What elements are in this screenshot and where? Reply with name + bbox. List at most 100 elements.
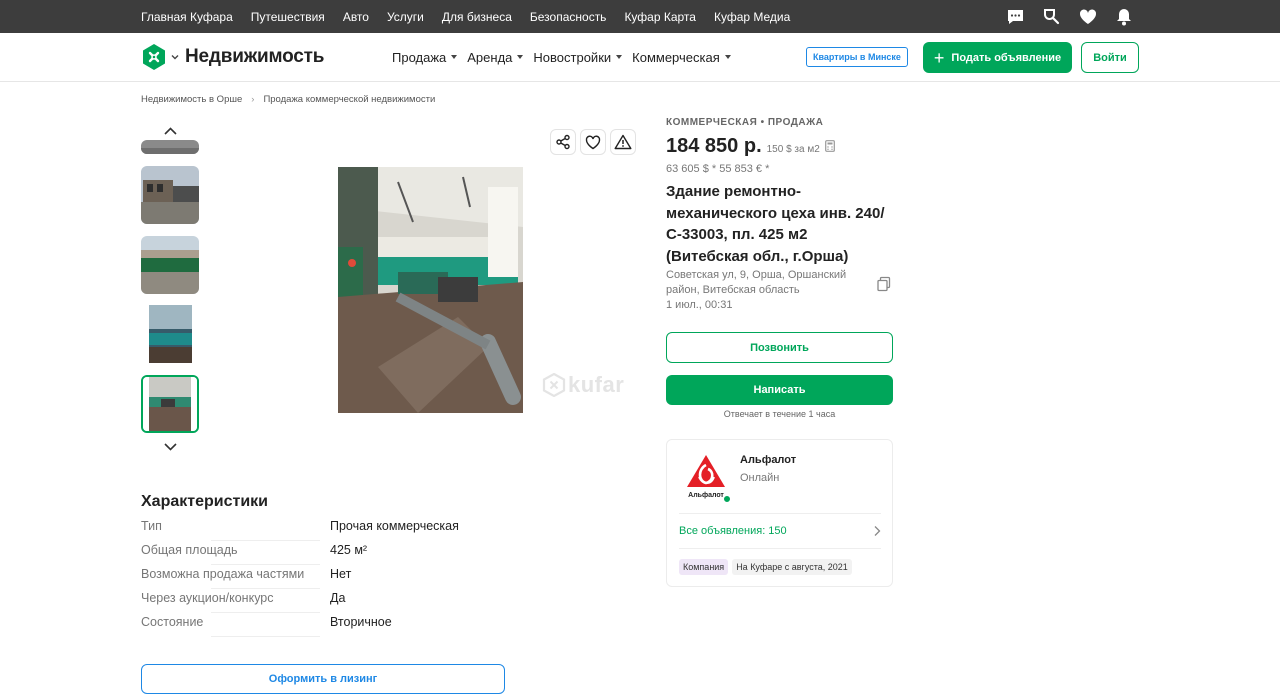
char-value: Нет	[330, 567, 352, 581]
category-label: КОММЕРЧЕСКАЯ • ПРОДАЖА	[666, 117, 824, 128]
nav-rent-label: Аренда	[467, 49, 513, 65]
all-ads-label: Все объявления: 150	[679, 525, 787, 537]
nav-new-buildings[interactable]: Новостройки	[533, 49, 623, 65]
nav-commercial-label: Коммерческая	[632, 49, 720, 65]
thumbnail-0[interactable]	[141, 140, 199, 154]
plus-icon: +	[933, 47, 945, 68]
chevron-down-icon	[171, 55, 179, 60]
post-ad-label: Подать объявление	[951, 51, 1062, 64]
since-badge: На Куфаре с августа, 2021	[732, 559, 852, 575]
char-key: Тип	[141, 519, 330, 541]
nav-sale[interactable]: Продажа	[392, 49, 458, 65]
minsk-apartments-button[interactable]: Квартиры в Минске	[806, 47, 908, 67]
listing-title: Здание ремонтно-механического цеха инв. …	[666, 183, 885, 265]
online-indicator	[723, 495, 731, 503]
site-header: Недвижимость Продажа Аренда Новостройки …	[0, 33, 1280, 82]
heart-outline-icon	[585, 135, 601, 149]
section-title: Недвижимость	[185, 46, 325, 67]
alt-currency-price: 63 605 $ * 55 853 € *	[666, 163, 770, 175]
kufar-logo-icon	[143, 44, 165, 70]
thumbnail-4-selected[interactable]	[141, 375, 199, 433]
company-badge: Компания	[679, 559, 729, 575]
alfalot-logo-icon: Альфалот	[687, 455, 725, 499]
watermark-text: kufar	[568, 372, 625, 397]
seller-card: Альфалот Альфалот Онлайн Все объявления:…	[666, 439, 893, 587]
warning-icon	[614, 134, 632, 150]
seller-name[interactable]: Альфалот	[740, 454, 796, 466]
nav-sale-label: Продажа	[392, 49, 447, 65]
top-nav: Главная Куфара Путешествия Авто Услуги Д…	[141, 0, 808, 33]
char-key: Общая площадь	[141, 543, 330, 565]
char-row: Состояние Вторичное	[141, 615, 541, 637]
top-link-media[interactable]: Куфар Медиа	[714, 10, 790, 24]
seller-logo[interactable]: Альфалот	[681, 451, 731, 501]
main-nav: Продажа Аренда Новостройки Коммерческая	[392, 33, 741, 81]
thumbnail-3[interactable]	[141, 305, 199, 363]
main-photo[interactable]	[338, 167, 523, 413]
call-button[interactable]: Позвонить	[666, 332, 893, 363]
favorite-button[interactable]	[580, 129, 606, 155]
char-row: Возможна продажа частями Нет	[141, 567, 541, 589]
char-row: Общая площадь 425 м²	[141, 543, 541, 565]
share-button[interactable]	[550, 129, 576, 155]
nav-rent[interactable]: Аренда	[467, 49, 524, 65]
top-link-services[interactable]: Услуги	[387, 10, 424, 24]
top-link-travel[interactable]: Путешествия	[251, 10, 325, 24]
chat-icon[interactable]	[1006, 7, 1025, 26]
seller-status: Онлайн	[740, 472, 780, 484]
calculator-icon[interactable]	[824, 140, 835, 152]
report-button[interactable]	[610, 129, 636, 155]
nav-new-buildings-label: Новостройки	[533, 49, 612, 65]
top-bar: Главная Куфара Путешествия Авто Услуги Д…	[0, 0, 1280, 33]
char-value: Вторичное	[330, 615, 392, 629]
listing-date: 1 июл., 00:31	[666, 299, 733, 311]
watermark-logo-icon	[542, 373, 566, 397]
reply-time: Отвечает в течение 1 часа	[723, 409, 836, 419]
dropdown-caret-icon	[517, 55, 524, 59]
seller-badges: Компания На Куфаре с августа, 2021	[679, 559, 852, 575]
dropdown-caret-icon	[724, 55, 731, 59]
thumbnail-1[interactable]	[141, 166, 199, 224]
char-key: Через аукцион/конкурс	[141, 591, 330, 613]
char-key: Состояние	[141, 615, 330, 637]
thumbs-up-arrow-icon[interactable]	[163, 126, 178, 136]
shield-search-icon[interactable]	[1042, 7, 1061, 26]
thumbs-down-arrow-icon[interactable]	[163, 442, 178, 452]
char-row: Тип Прочая коммерческая	[141, 519, 541, 541]
write-button[interactable]: Написать	[666, 375, 893, 405]
top-icons	[1006, 0, 1133, 33]
logo[interactable]: Недвижимость	[141, 44, 324, 70]
svg-text:Альфалот: Альфалот	[688, 492, 724, 499]
top-link-auto[interactable]: Авто	[343, 10, 369, 24]
all-ads-link[interactable]: Все объявления: 150	[679, 513, 881, 549]
breadcrumb: Недвижимость в Орше › Продажа коммерческ…	[141, 94, 435, 105]
breadcrumb-separator-icon: ›	[251, 94, 255, 105]
top-link-map[interactable]: Куфар Карта	[624, 10, 696, 24]
login-button[interactable]: Войти	[1081, 42, 1139, 73]
bell-icon[interactable]	[1114, 7, 1133, 26]
top-link-home[interactable]: Главная Куфара	[141, 10, 233, 24]
price-per-m2: 150 $ за м2	[766, 144, 820, 155]
char-value: Да	[330, 591, 346, 605]
top-link-security[interactable]: Безопасность	[530, 10, 607, 24]
leasing-button[interactable]: Оформить в лизинг	[141, 664, 505, 694]
top-link-business[interactable]: Для бизнеса	[442, 10, 512, 24]
price-block: 184 850 р. 150 $ за м2	[666, 135, 835, 158]
chevron-right-icon	[874, 526, 881, 536]
nav-commercial[interactable]: Коммерческая	[632, 50, 731, 65]
dropdown-caret-icon	[451, 55, 458, 59]
characteristics-title: Характеристики	[141, 493, 269, 510]
dropdown-caret-icon	[616, 55, 623, 59]
char-value: Прочая коммерческая	[330, 519, 459, 533]
share-icon	[556, 134, 570, 150]
char-row: Через аукцион/конкурс Да	[141, 591, 541, 613]
post-ad-button[interactable]: + Подать объявление	[923, 42, 1072, 73]
char-key: Возможна продажа частями	[141, 567, 330, 589]
breadcrumb-commercial-sale[interactable]: Продажа коммерческой недвижимости	[263, 94, 435, 105]
breadcrumb-orsha[interactable]: Недвижимость в Орше	[141, 94, 242, 105]
char-value: 425 м²	[330, 543, 368, 557]
thumbnail-2[interactable]	[141, 236, 199, 294]
heart-icon[interactable]	[1078, 7, 1097, 26]
price: 184 850 р.	[666, 135, 762, 157]
copy-icon[interactable]	[876, 276, 892, 292]
